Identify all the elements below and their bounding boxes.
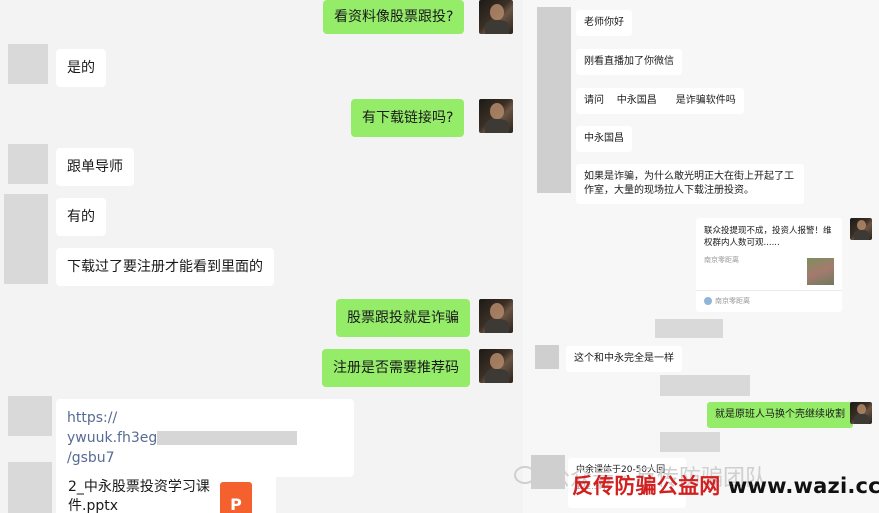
- message-text: 刚看直播加了你微信: [584, 56, 674, 67]
- message-text: 有下载链接吗?: [362, 110, 454, 126]
- message-text: 股票跟投就是诈骗: [347, 310, 459, 326]
- card-divider: [696, 290, 842, 291]
- sent-message-bubble[interactable]: 有下载链接吗?: [351, 99, 465, 137]
- article-footer: 南京零距离: [704, 296, 750, 306]
- contact-avatar-placeholder[interactable]: [8, 144, 48, 184]
- contact-avatar-placeholder[interactable]: [8, 396, 52, 436]
- source-logo-icon: [704, 297, 712, 305]
- left-chat-pane: 看资料像股票跟投? 是的 有下载链接吗? 跟单导师 有的 下载过了要注册才能看到…: [0, 0, 523, 513]
- redaction-mask: [157, 431, 298, 445]
- contact-avatar-placeholder[interactable]: [537, 7, 571, 193]
- received-message-bubble[interactable]: 有的: [56, 198, 106, 236]
- message-text: 跟单导师: [67, 159, 123, 175]
- banner-site-name: 反传防骗公益网: [572, 474, 721, 498]
- message-text: 如果是诈骗，为什么敢光明正大在街上开起了工作室，大量的现场拉人下载注册投资。: [584, 171, 794, 196]
- user-avatar[interactable]: [850, 402, 872, 424]
- pptx-file-icon: P: [220, 482, 252, 513]
- message-text: 有的: [67, 209, 95, 225]
- sent-message-bubble[interactable]: 股票跟投就是诈骗: [336, 299, 470, 337]
- footer-text: 南京零距离: [715, 297, 750, 305]
- wechat-logo-icon: [514, 466, 536, 484]
- received-message-bubble[interactable]: 这个和中永完全是一样: [566, 346, 682, 372]
- user-avatar[interactable]: [479, 299, 513, 333]
- sent-message-bubble[interactable]: 就是原班人马换个壳继续收割: [707, 402, 853, 428]
- received-message-bubble[interactable]: 跟单导师: [56, 148, 134, 186]
- shared-article-card[interactable]: 联众投提现不成，投资人报警！维权群内人数可观...... 南京零距离 南京零距离: [696, 218, 842, 312]
- received-message-bubble[interactable]: 如果是诈骗，为什么敢光明正大在街上开起了工作室，大量的现场拉人下载注册投资。: [576, 164, 804, 204]
- contact-avatar-placeholder[interactable]: [8, 462, 52, 513]
- file-message-card[interactable]: 2_中永股票投资学习课件.pptx P: [56, 468, 276, 513]
- user-avatar[interactable]: [479, 349, 513, 383]
- link-text-line2[interactable]: ywuuk.fh3eg/gsbu7: [67, 428, 343, 468]
- link-text-start: ywuuk.fh3eg: [67, 430, 158, 446]
- message-text: 是的: [67, 60, 95, 76]
- article-source: 南京零距离: [704, 256, 739, 264]
- received-message-bubble[interactable]: 请问 中永国昌 是诈骗软件吗: [576, 88, 744, 114]
- redacted-block: [660, 432, 720, 452]
- contact-avatar-placeholder[interactable]: [8, 44, 48, 84]
- message-text: 老师你好: [584, 17, 624, 28]
- message-text: 请问 中永国昌 是诈骗软件吗: [584, 95, 736, 106]
- message-text: 下载过了要注册才能看到里面的: [67, 259, 263, 275]
- message-text: 中永国昌: [584, 133, 624, 144]
- message-text: 注册是否需要推荐码: [333, 360, 459, 376]
- redacted-block: [660, 375, 750, 396]
- contact-avatar-placeholder[interactable]: [4, 194, 48, 284]
- user-avatar[interactable]: [850, 218, 872, 240]
- link-message-bubble[interactable]: https:// ywuuk.fh3eg/gsbu7: [56, 399, 354, 477]
- article-thumbnail: [807, 258, 834, 285]
- banner-url: www.wazi.cc: [727, 474, 879, 498]
- link-text-end: /gsbu7: [67, 450, 115, 466]
- received-message-bubble[interactable]: 中永国昌: [576, 126, 632, 152]
- received-message-bubble[interactable]: 刚看直播加了你微信: [576, 49, 682, 75]
- contact-avatar-placeholder[interactable]: [535, 345, 559, 369]
- user-avatar[interactable]: [479, 99, 513, 133]
- file-name: 2_中永股票投资学习课件.pptx: [68, 479, 210, 513]
- user-avatar[interactable]: [479, 0, 513, 34]
- site-banner: 反传防骗公益网 www.wazi.cc: [572, 470, 879, 500]
- received-message-bubble[interactable]: 下载过了要注册才能看到里面的: [56, 248, 274, 286]
- sent-message-bubble[interactable]: 看资料像股票跟投?: [323, 0, 465, 34]
- article-title: 联众投提现不成，投资人报警！维权群内人数可观......: [704, 226, 832, 248]
- received-message-bubble[interactable]: 是的: [56, 49, 106, 87]
- link-text-line1[interactable]: https://: [67, 408, 343, 428]
- redacted-block: [655, 319, 723, 338]
- received-message-bubble[interactable]: 老师你好: [576, 10, 632, 36]
- sent-message-bubble[interactable]: 注册是否需要推荐码: [322, 349, 470, 387]
- message-text: 就是原班人马换个壳继续收割: [715, 409, 845, 420]
- message-text: 这个和中永完全是一样: [574, 353, 674, 364]
- message-text: 看资料像股票跟投?: [334, 9, 454, 25]
